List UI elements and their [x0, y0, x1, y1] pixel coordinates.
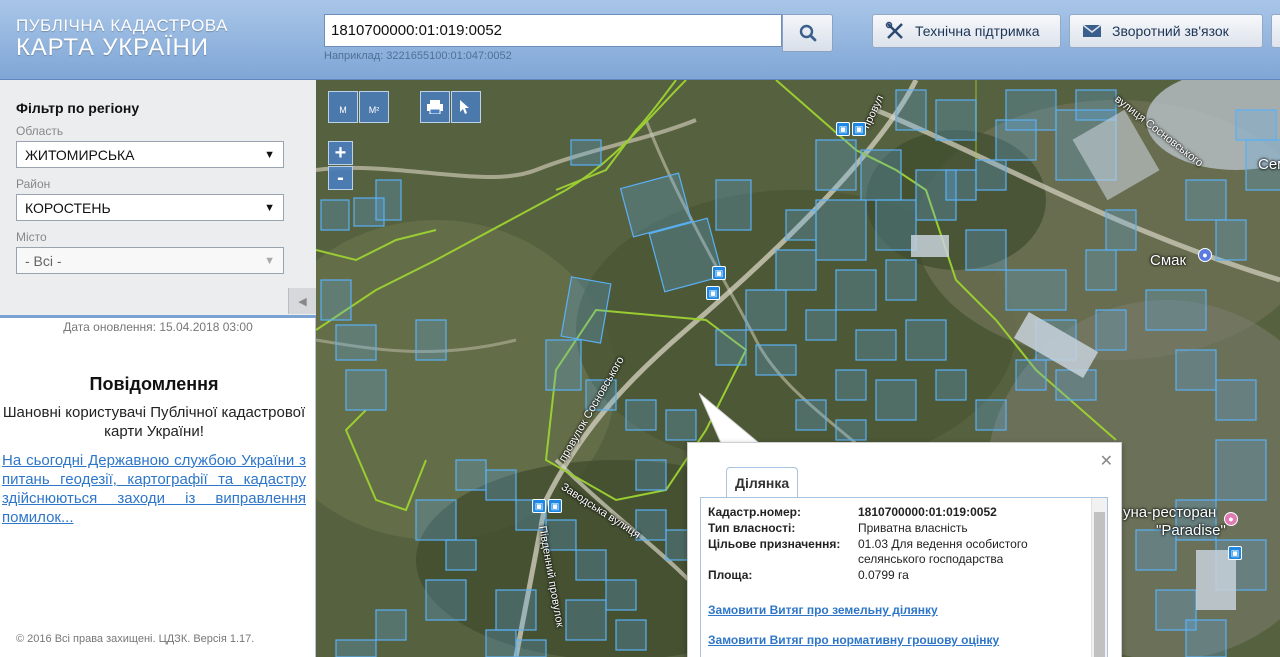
- bus-stop-icon[interactable]: ▣: [712, 266, 726, 280]
- scrollbar-thumb[interactable]: [1094, 512, 1105, 657]
- notice-text: Шановні користувачі Публічної кадастрово…: [2, 404, 306, 440]
- city-label: Місто: [16, 230, 47, 244]
- length-tool-label: M: [339, 105, 347, 115]
- logo-line2: КАРТА УКРАЇНИ: [16, 34, 209, 61]
- site-logo[interactable]: ПУБЛІЧНА КАДАСТРОВА КАРТА УКРАЇНИ: [16, 16, 228, 62]
- purpose-key: Цільове призначення:: [708, 537, 841, 551]
- cursor-question-icon: [460, 100, 469, 114]
- city-select[interactable]: - Всі - ▼: [16, 247, 284, 274]
- collapse-panel-button[interactable]: ◀: [288, 288, 316, 314]
- district-value: КОРОСТЕНЬ: [25, 199, 111, 216]
- detail-row: Тип власності: Приватна власність: [708, 521, 1083, 536]
- notice-block: Повідомлення Шановні користувачі Публічн…: [0, 374, 316, 527]
- detail-row: Кадастр.номер: 1810700000:01:019:0052: [708, 505, 1083, 520]
- left-panel: Фільтр по регіону Область ЖИТОМИРСЬКА ▼ …: [0, 80, 316, 657]
- order-parcel-extract-link[interactable]: Замовити Витяг про земельну ділянку: [708, 603, 1083, 617]
- cadastral-number-value: 1810700000:01:019:0052: [858, 505, 997, 519]
- bus-stop-icon[interactable]: ▣: [706, 286, 720, 300]
- support-label: Технічна підтримка: [915, 23, 1040, 39]
- footer-copyright: © 2016 Всі права захищені. ЦДЗК. Версія …: [16, 633, 255, 645]
- logo-line1: ПУБЛІЧНА КАДАСТРОВА: [16, 16, 228, 35]
- zoom-in-button[interactable]: +: [328, 141, 353, 165]
- filter-title: Фільтр по регіону: [16, 100, 140, 116]
- area-key: Площа:: [708, 568, 753, 582]
- order-valuation-extract-link[interactable]: Замовити Витяг про нормативну грошову оц…: [708, 633, 1083, 647]
- tab-parcel[interactable]: Ділянка: [726, 467, 799, 497]
- detail-row: Площа: 0.0799 га: [708, 568, 1083, 583]
- feedback-label: Зворотний зв'язок: [1112, 23, 1229, 39]
- search-button[interactable]: [782, 14, 833, 52]
- poi-smak[interactable]: Смак: [1150, 252, 1186, 269]
- extra-header-button[interactable]: [1271, 14, 1280, 48]
- region-value: ЖИТОМИРСЬКА: [25, 146, 135, 163]
- identify-tool[interactable]: [451, 91, 481, 123]
- map-edge-label: Сем: [1258, 156, 1280, 173]
- bus-stop-icon[interactable]: ▣: [836, 122, 850, 136]
- detail-row: Цільове призначення: 01.03 Для ведення ос…: [708, 537, 1083, 567]
- envelope-icon: [1082, 24, 1102, 37]
- purpose-value: 01.03 Для ведення особистого селянського…: [858, 537, 1028, 566]
- dropdown-arrow-icon: ▼: [264, 254, 275, 267]
- map-canvas[interactable]: M M² + - Смак уна-ресторан "Paradise" Се…: [316, 80, 1280, 657]
- poi-restaurant-line1[interactable]: уна-ресторан: [1123, 504, 1216, 521]
- shop-pin-icon[interactable]: ●: [1198, 248, 1212, 262]
- district-select[interactable]: КОРОСТЕНЬ ▼: [16, 194, 284, 221]
- print-tool[interactable]: [420, 91, 450, 123]
- bus-stop-icon[interactable]: ▣: [852, 122, 866, 136]
- poi-restaurant-line2[interactable]: "Paradise": [1156, 522, 1226, 539]
- tools-icon: [885, 21, 903, 39]
- notice-link[interactable]: На сьогодні Державною службою України з …: [2, 451, 306, 527]
- dropdown-arrow-icon: ▼: [264, 201, 275, 214]
- popup-scrollbar[interactable]: [1091, 498, 1107, 657]
- zoom-out-button[interactable]: -: [328, 166, 353, 190]
- parcel-details: Кадастр.номер: 1810700000:01:019:0052 Тип…: [700, 497, 1108, 657]
- popup-pointer: [699, 393, 759, 444]
- feedback-button[interactable]: Зворотний зв'язок: [1069, 14, 1263, 48]
- cadastral-number-key: Кадастр.номер:: [708, 505, 801, 519]
- dropdown-arrow-icon: ▼: [264, 148, 275, 161]
- notice-title: Повідомлення: [89, 374, 219, 394]
- region-select[interactable]: ЖИТОМИРСЬКА ▼: [16, 141, 284, 168]
- update-date: Дата оновлення: 15.04.2018 03:00: [63, 320, 253, 334]
- search-hint: Наприклад: 3221655100:01:047:0052: [324, 50, 512, 62]
- measure-length-tool[interactable]: M: [328, 91, 358, 123]
- measure-area-tool[interactable]: M²: [359, 91, 389, 123]
- area-tool-label: M²: [368, 105, 380, 115]
- hotel-pin-icon[interactable]: ●: [1224, 512, 1238, 526]
- area-value: 0.0799 га: [858, 568, 909, 582]
- ownership-type-value: Приватна власність: [858, 521, 968, 535]
- parcel-info-popup: ✕ Ділянка Кадастр.номер: 1810700000:01:01…: [687, 442, 1122, 657]
- bus-stop-icon[interactable]: ▣: [1228, 546, 1242, 560]
- header-bar: ПУБЛІЧНА КАДАСТРОВА КАРТА УКРАЇНИ Наприк…: [0, 0, 1280, 80]
- region-label: Область: [16, 124, 64, 138]
- city-value: - Всі -: [25, 252, 62, 269]
- cadastral-search-input[interactable]: [324, 14, 782, 47]
- bus-stop-icon[interactable]: ▣: [548, 499, 562, 513]
- support-button[interactable]: Технічна підтримка: [872, 14, 1061, 48]
- ownership-type-key: Тип власності:: [708, 521, 796, 535]
- bus-stop-icon[interactable]: ▣: [532, 499, 546, 513]
- search-icon: [799, 24, 816, 42]
- printer-icon: [427, 100, 443, 114]
- region-filter: Фільтр по регіону Область ЖИТОМИРСЬКА ▼ …: [0, 80, 316, 318]
- district-label: Район: [16, 177, 51, 191]
- close-icon[interactable]: ✕: [1100, 451, 1113, 471]
